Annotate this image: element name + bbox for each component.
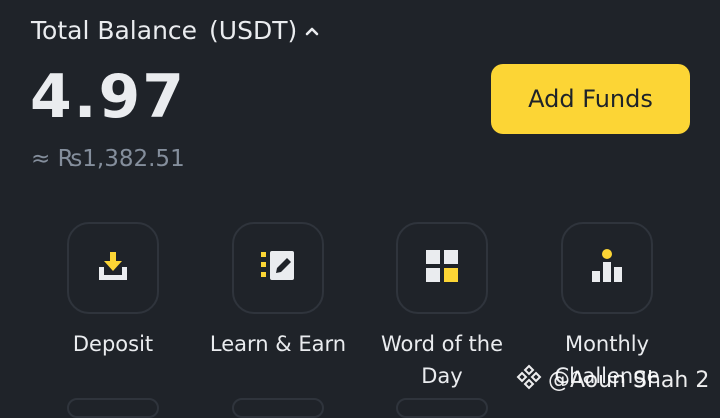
fiat-equivalent: ≈ ₨1,382.51 (31, 146, 185, 172)
balance-currency: (USDT) (209, 16, 298, 45)
word-of-day-action[interactable]: Word of the Day (357, 222, 527, 392)
watermark-text: @Aoun Shah 2 (548, 367, 710, 393)
balance-label: Total Balance (31, 16, 198, 45)
next-row-tile[interactable] (396, 398, 488, 418)
monthly-challenge-tile[interactable] (561, 222, 653, 314)
deposit-action[interactable]: Deposit (28, 222, 198, 360)
learn-earn-icon (260, 249, 296, 287)
learn-earn-action[interactable]: Learn & Earn (193, 222, 363, 360)
deposit-label: Deposit (72, 332, 154, 356)
next-row-tile[interactable] (67, 398, 159, 418)
learn-earn-tile[interactable] (232, 222, 324, 314)
word-of-day-label: Word of the Day (380, 332, 504, 388)
watermark: @Aoun Shah 2 (516, 364, 709, 396)
word-of-day-icon (425, 249, 459, 287)
deposit-icon (96, 249, 130, 287)
balance-header[interactable]: Total Balance (USDT) (31, 16, 321, 45)
deposit-tile[interactable] (67, 222, 159, 314)
next-row-tile[interactable] (232, 398, 324, 418)
binance-logo-icon (516, 364, 548, 396)
balance-amount: 4.97 (30, 62, 187, 132)
chevron-up-icon[interactable] (305, 25, 321, 37)
learn-earn-label: Learn & Earn (209, 332, 347, 356)
add-funds-button[interactable]: Add Funds (491, 64, 690, 134)
word-of-day-tile[interactable] (396, 222, 488, 314)
monthly-challenge-icon (589, 248, 625, 288)
